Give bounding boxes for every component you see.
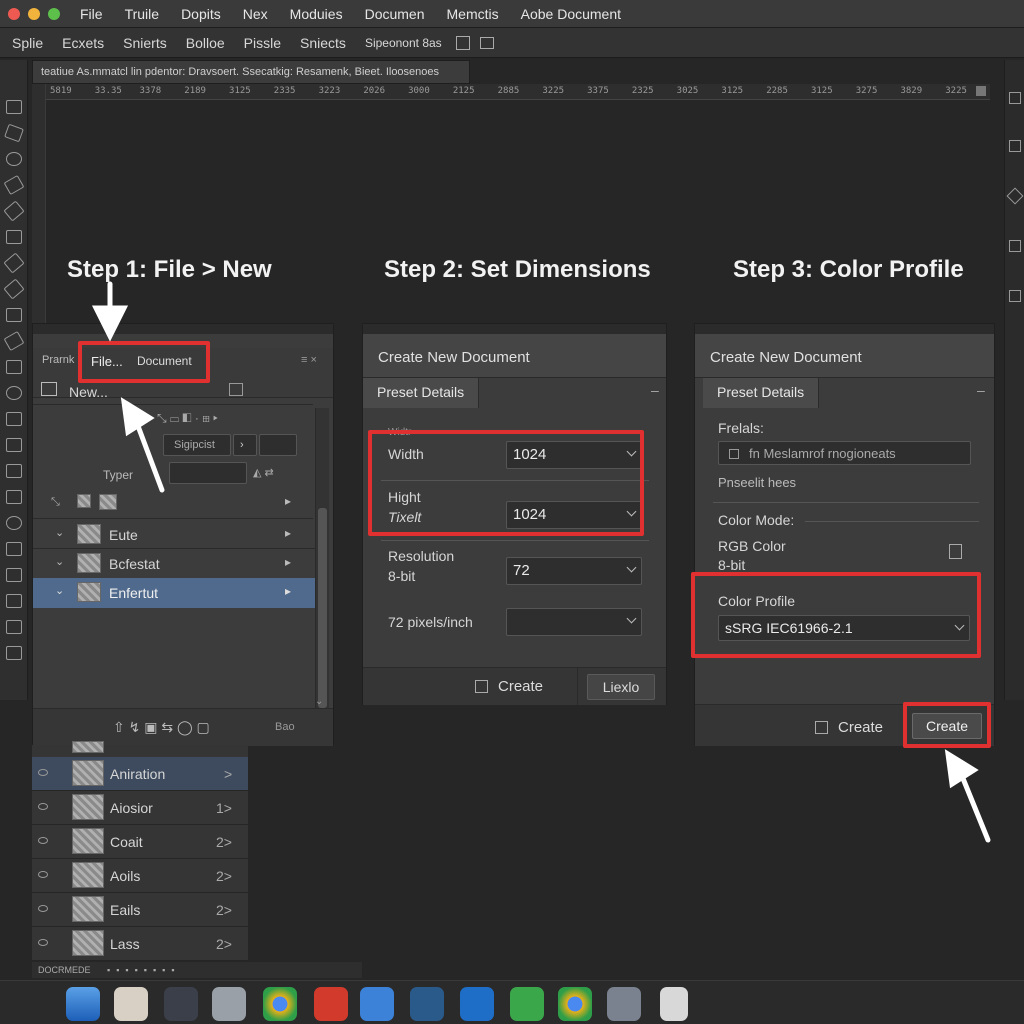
finder-icon[interactable]	[66, 987, 100, 1021]
annotation-arrows	[91, 281, 991, 843]
mail-icon[interactable]	[460, 987, 494, 1021]
dock	[0, 980, 1024, 1024]
pointer-arrow-shaft	[135, 423, 165, 493]
app-red-icon[interactable]	[314, 987, 348, 1021]
printer-icon[interactable]	[607, 987, 641, 1021]
app-dark-blue-icon[interactable]	[410, 987, 444, 1021]
create-arrow-head	[944, 749, 979, 789]
chrome-icon-2[interactable]	[558, 987, 592, 1021]
launchpad-icon[interactable]	[114, 987, 148, 1021]
mission-control-icon[interactable]	[164, 987, 198, 1021]
pointer-arrow-head	[120, 397, 155, 437]
notes-icon[interactable]	[660, 987, 688, 1021]
chrome-icon[interactable]	[263, 987, 297, 1021]
down-arrow-head	[91, 305, 129, 342]
create-arrow-shaft	[959, 773, 991, 843]
messages-icon[interactable]	[510, 987, 544, 1021]
app-blue-icon[interactable]	[360, 987, 394, 1021]
calculator-icon[interactable]	[212, 987, 246, 1021]
